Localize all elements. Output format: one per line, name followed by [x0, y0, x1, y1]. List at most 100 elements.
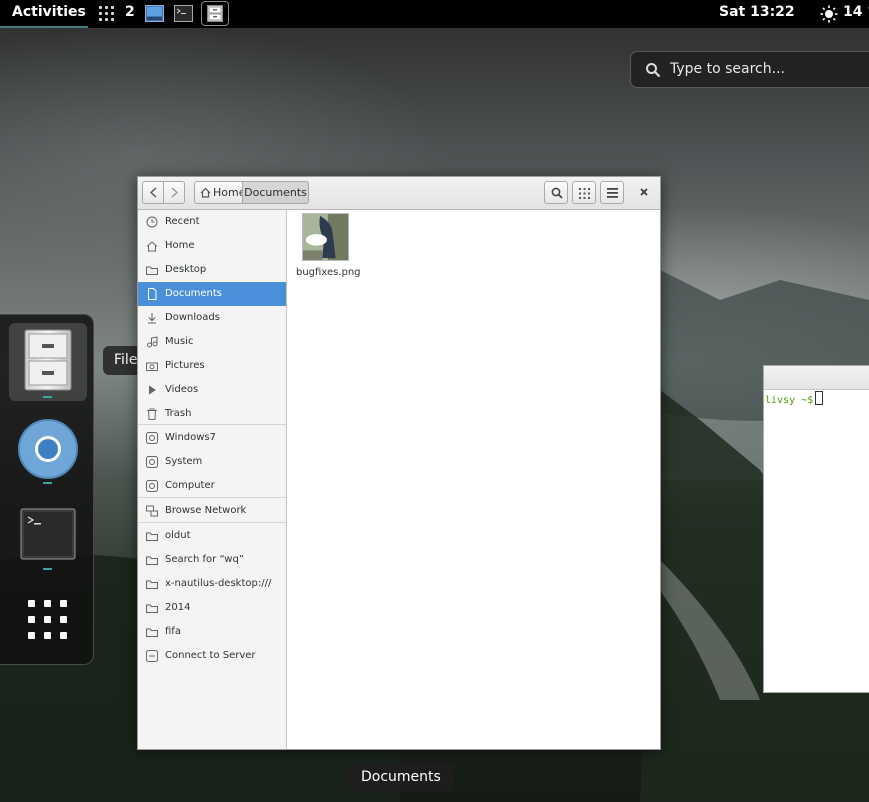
sidebar-separator — [138, 522, 286, 523]
menu-button[interactable] — [600, 181, 624, 204]
camera-icon — [146, 362, 158, 371]
sidebar-item-label: Recent — [165, 216, 200, 227]
workspace-grid-icon[interactable] — [99, 6, 115, 22]
sidebar-item-label: x-nautilus-desktop:/// — [165, 578, 272, 589]
forward-button[interactable] — [163, 181, 185, 204]
sidebar-item-label: oldut — [165, 530, 191, 541]
sidebar-item-documents[interactable]: Documents — [138, 282, 286, 306]
folder-icon — [146, 532, 158, 541]
folder-icon — [146, 604, 158, 613]
terminal-titlebar[interactable] — [764, 366, 869, 390]
top-bar: Activities 2 Sat 13:22 14 ° — [0, 0, 869, 28]
running-indicator — [43, 396, 52, 398]
running-indicator — [43, 568, 52, 570]
sidebar-item-system[interactable]: System — [138, 450, 286, 474]
dash-chromium[interactable] — [9, 410, 87, 488]
activities-indicator — [0, 26, 88, 28]
sidebar-item-trash[interactable]: Trash — [138, 402, 286, 426]
dash-terminal[interactable] — [9, 497, 87, 575]
sun-icon[interactable] — [820, 5, 838, 23]
download-icon — [148, 313, 156, 324]
music-icon — [147, 336, 158, 348]
sidebar-item-fifa[interactable]: fifa — [138, 620, 286, 644]
folder-icon — [146, 580, 158, 589]
sidebar-item-2014[interactable]: 2014 — [138, 596, 286, 620]
running-indicator — [43, 482, 52, 484]
sidebar-item-x-nautilus-desktop[interactable]: x-nautilus-desktop:/// — [138, 572, 286, 596]
folder-icon — [146, 266, 158, 275]
chevron-left-icon — [149, 187, 157, 198]
folder-icon — [146, 556, 158, 565]
places-sidebar: Recent Home Desktop Documents Downloads Music… — [138, 210, 287, 749]
files-window[interactable]: Home Documents Recent Home Desktop Document… — [137, 176, 661, 750]
search-box[interactable] — [630, 51, 869, 88]
sidebar-item-label: Desktop — [165, 264, 207, 275]
close-icon[interactable] — [637, 185, 651, 199]
sidebar-item-pictures[interactable]: Pictures — [138, 354, 286, 378]
sidebar-item-label: Windows7 — [165, 432, 217, 443]
file-cabinet-icon — [207, 5, 223, 22]
sidebar-item-label: fifa — [165, 626, 181, 637]
file-cabinet-icon — [24, 329, 72, 391]
drive-icon — [146, 432, 158, 444]
breadcrumb-home-label: Home — [213, 186, 246, 199]
sidebar-separator — [138, 424, 286, 425]
sidebar-item-desktop[interactable]: Desktop — [138, 258, 286, 282]
terminal-icon — [20, 508, 76, 560]
clock[interactable]: Sat 13:22 — [719, 4, 795, 20]
sidebar-item-label: Documents — [165, 288, 223, 299]
file-view[interactable]: bugfixes.png — [287, 210, 660, 749]
sidebar-item-videos[interactable]: Videos — [138, 378, 286, 402]
sidebar-item-oldut[interactable]: oldut — [138, 524, 286, 548]
breadcrumb-documents[interactable]: Documents — [242, 181, 309, 204]
dash — [0, 314, 94, 665]
sidebar-separator — [138, 497, 286, 498]
hamburger-menu-icon — [607, 188, 618, 198]
file-name: bugfixes.png — [296, 267, 361, 278]
workspace-number[interactable]: 2 — [125, 4, 135, 20]
drive-icon — [146, 456, 158, 468]
sidebar-item-label: Videos — [165, 384, 199, 395]
terminal-prompt[interactable]: livsy ~$ — [765, 391, 824, 406]
show-applications-button[interactable] — [9, 585, 87, 663]
back-button[interactable] — [142, 181, 164, 204]
view-grid-button[interactable] — [572, 181, 596, 204]
document-icon — [148, 288, 157, 300]
activities-button[interactable]: Activities — [12, 4, 86, 20]
sidebar-item-computer[interactable]: Computer — [138, 474, 286, 498]
prompt-text: livsy ~$ — [765, 395, 814, 406]
app-grid-icon — [28, 600, 67, 639]
folder-icon — [146, 628, 158, 637]
sidebar-item-label: Home — [165, 240, 195, 251]
home-icon — [146, 241, 158, 252]
search-input[interactable] — [670, 61, 869, 77]
desktop-app-icon[interactable] — [145, 5, 164, 22]
sidebar-item-search-for-wq[interactable]: Search for “wq” — [138, 548, 286, 572]
search-button[interactable] — [544, 181, 568, 204]
terminal-app-icon[interactable] — [174, 5, 193, 22]
terminal-cursor — [815, 391, 824, 405]
search-icon — [551, 187, 563, 199]
sidebar-item-recent[interactable]: Recent — [138, 210, 286, 234]
weather-temperature[interactable]: 14 ° — [843, 4, 869, 20]
dash-files[interactable] — [9, 323, 87, 401]
breadcrumb-home[interactable]: Home — [194, 181, 246, 204]
search-icon — [646, 63, 661, 78]
drive-icon — [146, 480, 158, 492]
terminal-window[interactable]: livsy ~$ — [763, 365, 869, 693]
sidebar-item-browse-network[interactable]: Browse Network — [138, 499, 286, 523]
files-app-button[interactable] — [201, 1, 229, 26]
sidebar-item-label: Computer — [165, 480, 215, 491]
sidebar-item-label: Downloads — [165, 312, 220, 323]
sidebar-item-label: Connect to Server — [165, 650, 256, 661]
grid-view-icon — [579, 188, 590, 199]
home-icon — [200, 187, 211, 198]
sidebar-item-home[interactable]: Home — [138, 234, 286, 258]
image-thumbnail — [302, 213, 349, 261]
sidebar-item-windows7[interactable]: Windows7 — [138, 426, 286, 450]
sidebar-item-label: 2014 — [165, 602, 191, 613]
sidebar-item-connect-to-server[interactable]: Connect to Server — [138, 644, 286, 668]
sidebar-item-music[interactable]: Music — [138, 330, 286, 354]
header-bar: Home Documents — [138, 177, 660, 210]
sidebar-item-downloads[interactable]: Downloads — [138, 306, 286, 330]
